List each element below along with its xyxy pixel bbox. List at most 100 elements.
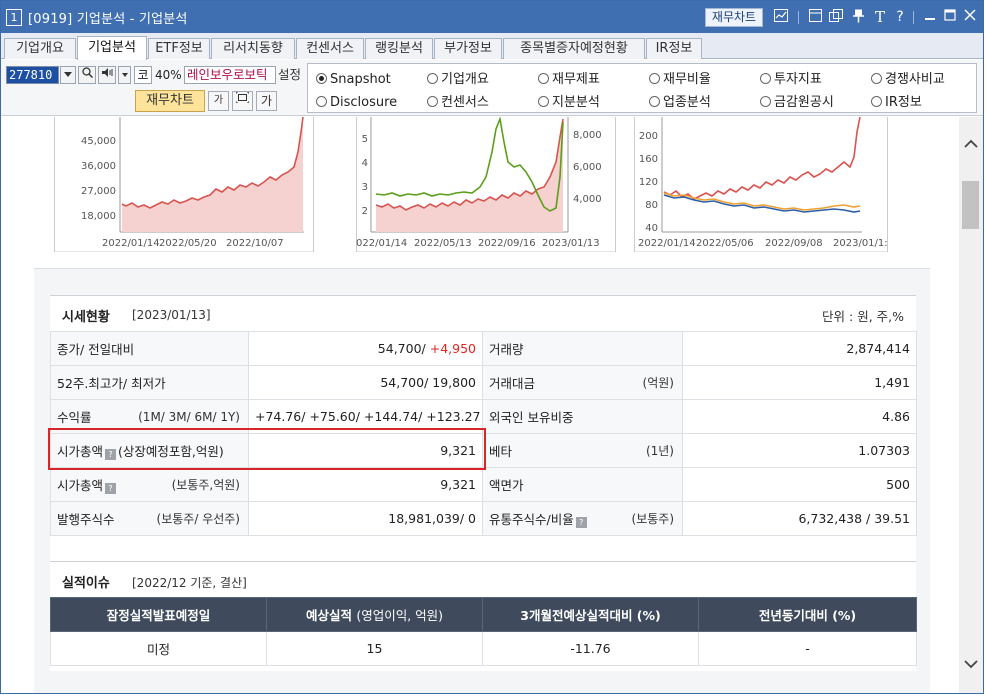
copy-icon[interactable]	[828, 9, 844, 25]
radio-financial-ratios[interactable]: 재무비율	[649, 72, 711, 88]
header-text: 예상실적	[305, 608, 352, 623]
section-date: [2023/01/13]	[132, 308, 211, 322]
y-tick: 80	[645, 200, 658, 211]
stock-name-field[interactable]: 레인보우로보틱	[184, 66, 276, 84]
y-tick: 27,000	[81, 186, 116, 197]
cell-expected-earnings: 15	[266, 631, 483, 666]
tab-ranking-analysis[interactable]: 랭킹분석	[365, 38, 433, 59]
font-size-down-button[interactable]: 가	[208, 91, 229, 111]
x-tick: 2022/05/20	[159, 238, 217, 249]
x-tick: 2022/09/16	[478, 238, 536, 249]
speaker-dropdown-button[interactable]	[118, 66, 131, 84]
stock-code-input[interactable]: 277810	[6, 66, 59, 84]
value-returns: +74.76/ +75.60/ +144.74/ +123.27	[248, 399, 483, 434]
radio-label: 재무제표	[552, 72, 600, 87]
tab-consensus[interactable]: 컨센서스	[296, 38, 364, 59]
unit-label: 단위 : 원, 주,%	[822, 309, 904, 324]
scroll-thumb[interactable]	[962, 181, 979, 229]
col-header-preliminary-date: 잠정실적발표예정일	[50, 597, 267, 632]
help-icon[interactable]: ?	[892, 9, 908, 25]
window-number-badge[interactable]: 1	[6, 8, 22, 26]
cell-vs-3m-estimate: -11.76	[482, 631, 699, 666]
label-52w-high-low: 52주.최고가/ 최저가	[50, 365, 249, 400]
radio-label: 경쟁사비교	[885, 72, 945, 87]
table-header-row: 잠정실적발표예정일 예상실적 (영업이익, 억원) 3개월전예상실적대비 (%)…	[50, 597, 917, 632]
radio-snapshot[interactable]: Snapshot	[316, 72, 391, 88]
speaker-icon[interactable]	[98, 66, 116, 84]
chart-icon[interactable]	[773, 9, 789, 25]
margin-rate-label: 40%	[155, 68, 182, 82]
x-tick: 2022/10/07	[226, 238, 284, 249]
tab-etf-info[interactable]: ETF정보	[148, 38, 210, 59]
search-icon[interactable]	[78, 66, 96, 84]
y-tick: 120	[639, 177, 658, 188]
label-shares-issued: 발행주식수 (보통주/ 우선주)	[50, 501, 249, 536]
tab-capital-increase-schedule[interactable]: 종목별증자예정현황	[503, 38, 645, 59]
scroll-up-icon[interactable]	[963, 137, 979, 153]
y-tick: 40	[645, 223, 658, 234]
title-bar: 1 [0919] 기업분석 - 기업분석 재무차트 T ?	[1, 1, 983, 33]
tab-research-trend[interactable]: 리서치동향	[211, 38, 295, 59]
label-sub: (보통주)	[631, 512, 674, 526]
tab-company-analysis[interactable]: 기업분석	[77, 36, 147, 60]
close-icon[interactable]	[962, 9, 978, 25]
quote-table: 종가/ 전일대비 54,700/ +4,950 거래량 2,874,414 52…	[50, 331, 917, 536]
vertical-scrollbar[interactable]	[959, 117, 983, 693]
radio-consensus[interactable]: 컨센서스	[427, 95, 489, 111]
y-tick-right: 8,000	[573, 130, 602, 141]
radio-indicator	[649, 96, 660, 107]
y-tick-right: 4,000	[573, 194, 602, 205]
title-separator	[798, 11, 799, 24]
section-header: 실적이슈 [2022/12 기준, 결산]	[50, 561, 916, 597]
radio-industry-analysis[interactable]: 업종분석	[649, 95, 711, 111]
tab-bar: 기업개요 기업분석 ETF정보 리서치동향 컨센서스 랭킹분석 부가정보 종목별…	[1, 33, 983, 60]
x-tick: 2022/05/13	[414, 238, 472, 249]
value-volume: 2,874,414	[682, 331, 917, 366]
radio-ir-info[interactable]: IR정보	[871, 95, 922, 111]
radio-shareholding-analysis[interactable]: 지분분석	[538, 95, 600, 111]
font-size-up-button[interactable]: 가	[256, 91, 277, 111]
help-icon[interactable]: ?	[575, 517, 587, 528]
relative-return-chart: 200 160 120 80 40 2022/01/14 2022/05/06 …	[634, 117, 888, 252]
pin-icon[interactable]	[850, 9, 866, 25]
minimize-icon[interactable]	[922, 9, 938, 25]
code-dropdown-button[interactable]	[60, 66, 76, 84]
label-text: 유통주식수/비율	[489, 512, 574, 527]
market-badge: 코	[134, 66, 152, 84]
radio-investment-indicators[interactable]: 투자지표	[760, 72, 822, 88]
x-tick: 2022/01/14	[638, 238, 696, 249]
font-icon[interactable]: T	[872, 9, 888, 25]
maximize-icon[interactable]	[942, 9, 958, 25]
radio-fss-disclosure[interactable]: 금감원공시	[760, 95, 834, 111]
header-text: 전년동기대비 (%)	[758, 608, 857, 623]
earnings-table: 잠정실적발표예정일 예상실적 (영업이익, 억원) 3개월전예상실적대비 (%)…	[50, 597, 917, 666]
radio-company-overview[interactable]: 기업개요	[427, 72, 489, 88]
title-financial-chart-button[interactable]: 재무차트	[705, 8, 763, 27]
settings-link[interactable]: 설정	[278, 66, 301, 84]
restore-icon[interactable]	[807, 9, 823, 25]
col-header-yoy: 전년동기대비 (%)	[698, 597, 917, 632]
value-foreign-ownership: 4.86	[682, 399, 917, 434]
label-close-change: 종가/ 전일대비	[50, 331, 249, 366]
radio-peer-comparison[interactable]: 경쟁사비교	[871, 72, 945, 88]
help-icon[interactable]: ?	[105, 483, 117, 494]
radio-label: 재무비율	[663, 72, 711, 87]
value-trading-value: 1,491	[682, 365, 917, 400]
radio-financial-statements[interactable]: 재무제표	[538, 72, 600, 88]
label-volume: 거래량	[482, 331, 683, 366]
scroll-down-icon[interactable]	[963, 657, 979, 673]
expand-icon[interactable]	[232, 91, 253, 111]
financial-chart-button[interactable]: 재무차트	[135, 90, 205, 112]
help-icon[interactable]: ?	[105, 449, 117, 460]
value-beta: 1.07303	[682, 433, 917, 468]
radio-indicator	[427, 96, 438, 107]
radio-label: Snapshot	[330, 72, 391, 87]
radio-disclosure[interactable]: Disclosure	[316, 95, 397, 111]
earnings-issue-section: 실적이슈 [2022/12 기준, 결산] 잠정실적발표예정일 예상실적 (영업…	[50, 561, 917, 671]
tab-company-overview[interactable]: 기업개요	[4, 38, 76, 59]
tab-ir-info[interactable]: IR정보	[646, 38, 702, 59]
label-text: 시가총액	[57, 444, 104, 459]
per-volume-chart: 5 4 3 2 8,000 6,000 4,000 022/01/14 2022…	[356, 117, 616, 252]
label-text: 수익률	[57, 410, 92, 425]
tab-additional-info[interactable]: 부가정보	[434, 38, 502, 59]
